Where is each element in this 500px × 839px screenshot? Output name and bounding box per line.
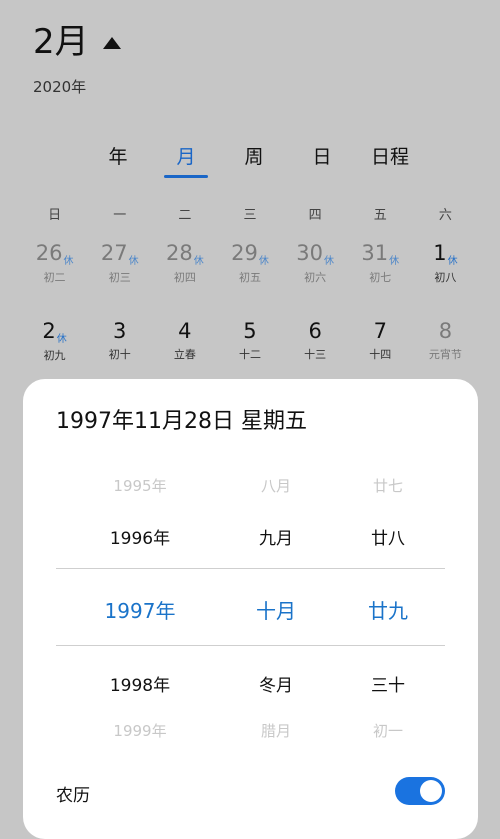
lunar-date: 十三 [304,348,327,361]
day-option[interactable]: 初一 [318,720,458,741]
lunar-date: 立春 [173,348,196,361]
weekday-header: 日 一 二 三 四 五 六 [22,204,478,223]
month-header[interactable]: 2月 2020年 [33,20,121,97]
calendar-day-cell[interactable]: 6 十三 [283,318,348,363]
day-number: 1 [433,241,447,265]
calendar-day-cell[interactable]: 1休初八 [413,240,478,285]
weekday-label: 三 [243,208,257,223]
day-number: 27 [100,241,128,265]
holiday-badge: 休 [324,256,334,267]
day-number: 26 [35,241,63,265]
lunar-date: 初十 [108,348,131,361]
holiday-badge: 休 [63,256,74,267]
tab-label: 周 [244,146,264,168]
view-tabs: 年 月 周 日 日程 [84,142,424,178]
lunar-label: 农历 [56,786,90,806]
calendar-day-cell[interactable]: 30休初六 [283,240,348,285]
lunar-date: 初四 [173,271,196,284]
year-subtitle: 2020年 [33,78,87,96]
month-title: 2月 [33,22,89,62]
calendar-day-cell[interactable]: 28休初四 [152,240,217,285]
calendar-day-cell[interactable]: 26休初二 [22,240,87,285]
calendar-day-cell[interactable]: 4 立春 [152,318,217,363]
holiday-badge: 休 [389,256,400,267]
calendar-day-cell[interactable]: 29休初五 [217,240,282,285]
tab-week[interactable]: 周 [220,142,288,169]
active-tab-indicator [164,175,208,178]
calendar-day-cell[interactable]: 5 十二 [217,318,282,363]
date-picker-sheet: 1997年11月28日 星期五 1995年 1996年 1997年 1998年 … [23,379,478,839]
holiday-badge: 休 [258,256,269,267]
day-number: 6 [308,319,322,343]
tab-label: 年 [108,146,128,168]
day-option[interactable]: 廿八 [318,524,458,549]
month-selector[interactable]: 2月 [33,20,121,64]
calendar-day-cell[interactable]: 27休初三 [87,240,152,285]
weekday-label: 一 [113,208,127,223]
lunar-date: 初五 [238,271,261,284]
lunar-date: 十四 [369,348,392,361]
weekday-label: 五 [373,208,387,223]
toggle-knob [420,780,442,802]
caret-up-icon[interactable] [102,37,121,49]
holiday-badge: 休 [447,256,458,267]
tab-label: 月 [176,146,196,168]
lunar-date: 初七 [369,271,392,284]
lunar-date: 十二 [238,348,261,361]
day-number: 30 [296,241,323,265]
day-number: 7 [373,319,387,343]
weekday-label: 六 [438,208,452,223]
weekday-label: 二 [178,208,192,223]
weekday-label: 日 [48,208,62,223]
day-number: 5 [243,319,257,343]
lunar-setting-row: 农历 [56,777,445,807]
tab-day[interactable]: 日 [288,142,356,169]
lunar-date: 初九 [43,349,66,362]
holiday-badge: 休 [56,334,67,345]
selection-divider [56,645,445,646]
day-number: 28 [165,241,193,265]
tab-year[interactable]: 年 [84,142,152,169]
year-option[interactable]: 1998年 [70,671,210,696]
day-option-selected[interactable]: 廿九 [318,595,458,624]
day-number: 29 [231,241,258,265]
calendar-day-cell[interactable]: 7 十四 [348,318,413,363]
day-number: 31 [361,241,389,265]
selection-divider [56,568,445,569]
tab-label: 日 [312,146,332,168]
year-option[interactable]: 1999年 [70,720,210,741]
weekday-label: 四 [308,208,322,223]
lunar-date: 初六 [304,271,327,284]
calendar-day-cell[interactable]: 3 初十 [87,318,152,363]
year-option[interactable]: 1995年 [70,475,210,496]
lunar-date: 初八 [434,271,457,284]
calendar-day-cell[interactable]: 2休初九 [22,318,87,363]
tab-month[interactable]: 月 [152,142,220,178]
tab-agenda[interactable]: 日程 [356,142,424,169]
calendar-day-cell[interactable]: 8 元宵节 [413,318,478,363]
calendar-week-row: 26休 初二 27休 初三 28休 初四 29休 初五 30休 初六 31休 初七 1休 初八 [22,240,478,285]
day-number: 4 [178,319,192,343]
day-option[interactable]: 三十 [318,671,458,696]
day-number: 2 [42,319,56,343]
selected-date-title: 1997年11月28日 星期五 [56,409,307,434]
day-number: 8 [438,319,453,343]
holiday-badge: 休 [193,256,204,267]
lunar-date: 初三 [108,271,131,284]
year-option[interactable]: 1996年 [70,524,210,549]
day-option[interactable]: 廿七 [318,475,458,496]
calendar-week-row: 2休初九 3 初十 4 立春 5 十二 6 十三 7 十四 8 元宵节 [22,318,478,363]
calendar-day-cell[interactable]: 31休初七 [348,240,413,285]
year-option-selected[interactable]: 1997年 [70,595,210,624]
tab-label: 日程 [370,146,409,168]
lunar-date: 初二 [43,271,66,284]
day-number: 3 [113,319,127,343]
lunar-toggle[interactable] [395,777,445,805]
holiday-badge: 休 [128,256,139,267]
lunar-date: 元宵节 [428,348,462,361]
